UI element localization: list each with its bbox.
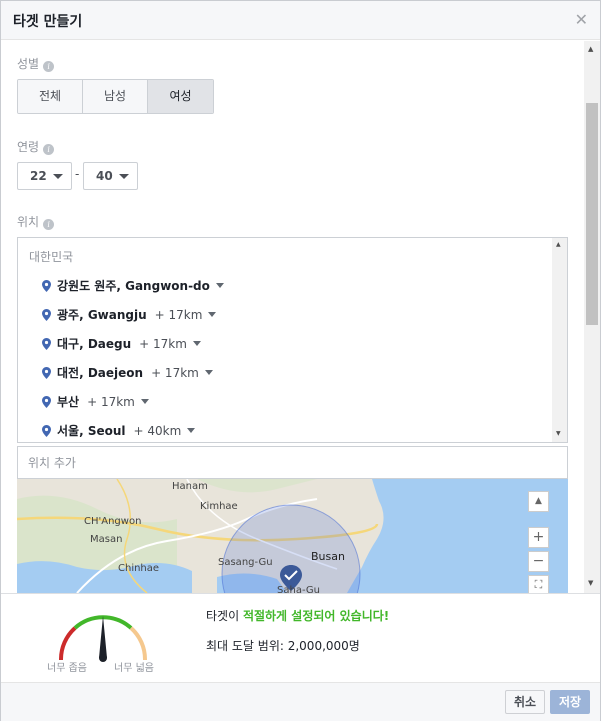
scroll-down-icon[interactable]: ▼ (556, 430, 561, 437)
location-label-text: 위치 (17, 215, 40, 229)
gender-option-female[interactable]: 여성 (148, 80, 213, 113)
chevron-down-icon[interactable] (187, 428, 196, 433)
close-icon[interactable]: ✕ (575, 10, 588, 29)
location-label: 위치 i (17, 213, 55, 230)
audience-reach: 최대 도달 범위: 2,000,000명 (206, 639, 360, 653)
dialog-header: 타겟 만들기 ✕ (1, 1, 600, 40)
location-item[interactable]: 대구, Daegu + 17km (42, 335, 201, 352)
age-max-value: 40 (96, 169, 113, 183)
chevron-down-icon[interactable] (140, 399, 149, 404)
map-label: Chinhae (118, 563, 160, 574)
map-pin-icon (42, 309, 51, 321)
save-button[interactable]: 저장 (550, 690, 591, 714)
audience-status-good: 적절하게 설정되어 있습니다! (242, 609, 390, 623)
age-separator: - (75, 167, 80, 181)
map-label: CH'Angwon (84, 516, 142, 527)
location-item[interactable]: 서울, Seoul + 40km (42, 422, 196, 439)
chevron-down-icon[interactable] (215, 283, 224, 288)
location-item[interactable]: 대전, Daejeon + 17km (42, 364, 213, 381)
location-item-name: 부산 (57, 395, 80, 409)
fullscreen-icon[interactable]: ⛶ (528, 575, 549, 593)
dialog-body[interactable]: 성별 i 전체 남성 여성 연령 i 22 - 40 위치 i 대한민국 강원도 원주… (1, 41, 600, 593)
location-item[interactable]: 광주, Gwangju + 17km (42, 306, 217, 323)
age-label: 연령 i (17, 138, 55, 155)
map-label: Hanam (172, 481, 208, 492)
chevron-down-icon[interactable] (192, 341, 201, 346)
map-pin-icon (42, 338, 51, 350)
location-add-box (17, 446, 568, 479)
location-item[interactable]: 강원도 원주, Gangwon-do (42, 277, 224, 294)
map-pin-icon (42, 425, 51, 437)
map-pin-icon (42, 280, 51, 292)
gender-selector: 전체 남성 여성 (17, 79, 214, 114)
gender-label: 성별 i (17, 55, 55, 72)
location-list-scrollbar[interactable]: ▲ ▼ (552, 238, 567, 442)
location-item-name: 대구, Daegu (57, 337, 132, 351)
age-min-select[interactable]: 22 (17, 162, 72, 190)
chevron-down-icon[interactable] (208, 312, 217, 317)
gauge-low-label: 너무 좁음 (47, 663, 87, 674)
gauge-high-label: 너무 넓음 (114, 663, 154, 674)
location-item-radius[interactable]: + 40km (134, 424, 182, 438)
location-item-radius[interactable]: + 17km (139, 337, 187, 351)
location-item-name: 서울, Seoul (57, 424, 126, 438)
location-item-radius[interactable]: + 17km (151, 366, 199, 380)
dialog-scrollbar[interactable]: ▲ ▼ (584, 41, 600, 593)
info-icon[interactable]: i (43, 61, 55, 72)
audience-status-prefix: 타겟이 (206, 609, 243, 623)
location-list[interactable]: 대한민국 강원도 원주, Gangwon-do 광주, Gwangju + 17k… (17, 237, 568, 443)
info-icon[interactable]: i (43, 219, 55, 230)
chevron-down-icon (53, 174, 63, 179)
location-country: 대한민국 (29, 250, 74, 264)
chevron-down-icon (119, 174, 129, 179)
map-pin-icon (42, 396, 51, 408)
map-label: Saha-Gu (277, 585, 321, 593)
age-min-value: 22 (30, 169, 47, 183)
location-item-name: 대전, Daejeon (57, 366, 144, 380)
zoom-out-button[interactable]: − (528, 551, 549, 572)
zoom-in-button[interactable]: + (528, 527, 549, 548)
location-item-name: 강원도 원주, Gangwon-do (57, 279, 210, 293)
dialog-title: 타겟 만들기 (13, 14, 83, 30)
scrollbar-thumb[interactable] (586, 103, 598, 325)
map-label: Kimhae (200, 501, 238, 512)
location-add-input[interactable] (18, 447, 567, 478)
gender-option-male[interactable]: 남성 (83, 80, 148, 113)
location-map[interactable]: Hanam Kimhae CH'Angwon Masan Chinhae Sas… (17, 479, 568, 593)
map-label: Busan (311, 550, 345, 563)
chevron-down-icon[interactable] (204, 370, 213, 375)
create-audience-dialog: 타겟 만들기 ✕ 성별i 전체 남성 여성 연령i 22 - 40 위치i (0, 0, 601, 721)
audience-status: 타겟이 적절하게 설정되어 있습니다! (206, 607, 389, 624)
age-label-text: 연령 (17, 140, 40, 154)
gender-label-text: 성별 (17, 57, 40, 71)
info-icon[interactable]: i (43, 144, 55, 155)
location-item-radius[interactable]: + 17km (155, 308, 203, 322)
location-item-radius[interactable]: + 17km (87, 395, 135, 409)
scroll-up-icon[interactable]: ▲ (588, 45, 593, 53)
scroll-up-icon[interactable]: ▲ (556, 241, 561, 248)
gender-option-all[interactable]: 전체 (18, 80, 83, 113)
age-max-select[interactable]: 40 (83, 162, 138, 190)
cancel-button[interactable]: 취소 (505, 690, 546, 714)
map-pin-icon (42, 367, 51, 379)
map-label: Sasang-Gu (218, 557, 273, 568)
chevron-up-icon[interactable]: ▲ (528, 491, 549, 512)
scroll-down-icon[interactable]: ▼ (588, 579, 593, 587)
location-item[interactable]: 부산 + 17km (42, 393, 149, 410)
location-item-name: 광주, Gwangju (57, 308, 147, 322)
map-label: Masan (90, 534, 123, 545)
